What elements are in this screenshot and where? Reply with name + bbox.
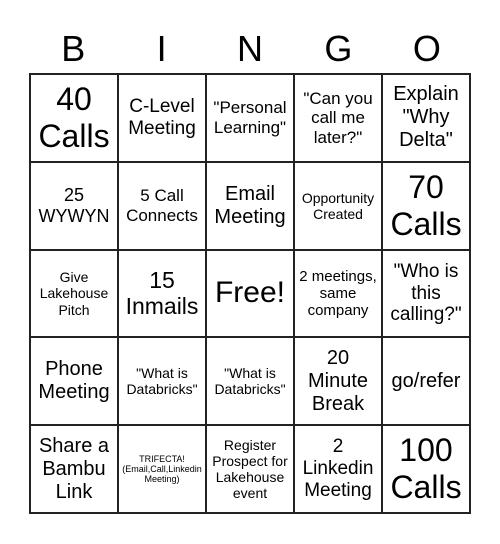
bingo-cell[interactable]: Explain "Why Delta" <box>382 74 470 162</box>
bingo-cell[interactable]: "Who is this calling?" <box>382 249 470 338</box>
cell-label: "What is Databricks" <box>126 365 198 398</box>
header-letter: I <box>156 28 167 69</box>
bingo-cell[interactable]: 20 Minute Break <box>294 337 382 426</box>
cell-label: Email Meeting <box>214 182 286 228</box>
cell-label: Explain "Why Delta" <box>393 83 459 152</box>
cell-label: Phone Meeting <box>38 358 110 404</box>
bingo-cell[interactable]: Register Prospect for Lakehouse event <box>206 425 294 513</box>
bingo-cell[interactable]: Phone Meeting <box>30 337 118 426</box>
header-letter: B <box>61 28 86 69</box>
bingo-cell[interactable]: TRIFECTA! (Email,Call,Linkedin Meeting) <box>118 425 206 513</box>
cell-label: 100 Calls <box>390 432 462 506</box>
cell-label: Give Lakehouse Pitch <box>39 269 109 318</box>
cell-label: "Can you call me later?" <box>303 88 373 147</box>
cell-label: Register Prospect for Lakehouse event <box>212 436 288 502</box>
bingo-cell[interactable]: go/refer <box>382 337 470 426</box>
cell-label: "Personal Learning" <box>213 98 287 137</box>
bingo-cell[interactable]: C-Level Meeting <box>118 74 206 162</box>
bingo-cell[interactable]: 15 Inmails <box>118 249 206 338</box>
bingo-header: B I N G O <box>29 26 471 72</box>
cell-label: 2 Linkedin Meeting <box>302 436 374 502</box>
bingo-cell[interactable]: "Can you call me later?" <box>294 74 382 162</box>
bingo-cell[interactable]: 25 WYWYN <box>30 161 118 250</box>
bingo-cell[interactable]: Share a Bambu Link <box>30 425 118 513</box>
bingo-cell[interactable]: 5 Call Connects <box>118 161 206 250</box>
bingo-cell[interactable]: 2 Linkedin Meeting <box>294 425 382 513</box>
bingo-cell[interactable]: 100 Calls <box>382 425 470 513</box>
cell-label: 15 Inmails <box>125 267 199 320</box>
bingo-cell[interactable]: 2 meetings, same company <box>294 249 382 338</box>
cell-label: 5 Call Connects <box>126 186 198 225</box>
bingo-card: 40 Calls C-Level Meeting "Personal Learnin… <box>29 73 471 514</box>
cell-label: 20 Minute Break <box>307 346 369 415</box>
cell-label: Share a Bambu Link <box>38 434 110 503</box>
cell-label: TRIFECTA! (Email,Call,Linkedin Meeting) <box>122 453 202 485</box>
bingo-cell[interactable]: 70 Calls <box>382 161 470 250</box>
bingo-cell[interactable]: "What is Databricks" <box>206 337 294 426</box>
bingo-cell[interactable]: Opportunity Created <box>294 161 382 250</box>
cell-label: "What is Databricks" <box>214 365 286 398</box>
cell-label: C-Level Meeting <box>128 96 196 139</box>
cell-label: Opportunity Created <box>301 189 375 222</box>
bingo-cell[interactable]: "Personal Learning" <box>206 74 294 162</box>
cell-label: 2 meetings, same company <box>299 267 377 320</box>
cell-label: 40 Calls <box>38 81 110 154</box>
bingo-cell[interactable]: Give Lakehouse Pitch <box>30 249 118 338</box>
free-space-cell[interactable]: Free! <box>206 249 294 338</box>
header-letter: G <box>324 28 353 69</box>
bingo-cell[interactable]: "What is Databricks" <box>118 337 206 426</box>
header-letter: O <box>412 28 441 69</box>
bingo-cell[interactable]: Email Meeting <box>206 161 294 250</box>
cell-label: Free! <box>214 276 286 310</box>
cell-label: go/refer <box>391 369 461 392</box>
header-letter: N <box>237 28 264 69</box>
cell-label: "Who is this calling?" <box>390 260 462 326</box>
cell-label: 25 WYWYN <box>38 185 110 226</box>
cell-label: 70 Calls <box>390 168 462 242</box>
bingo-cell[interactable]: 40 Calls <box>30 74 118 162</box>
